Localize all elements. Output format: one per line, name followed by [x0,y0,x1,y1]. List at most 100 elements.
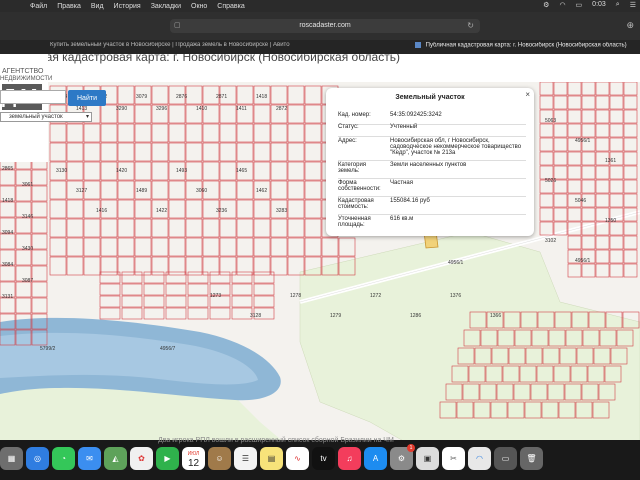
search-input[interactable] [0,90,66,104]
parcel-label: 3131 [2,294,13,300]
page-title: Публичная кадастровая карта: г. Новосиби… [0,54,400,64]
wifi-diagnostics-icon[interactable]: ◠ [468,447,491,470]
music-icon[interactable]: ♫ [338,447,361,470]
parcel-label: 5026 [545,178,556,184]
tab-strip: Купить земельный участок в Новосибирске … [0,40,640,54]
row-key: Уточненная площадь: [338,216,371,228]
chevron-down-icon: ▾ [85,114,89,120]
parcel-label: 3079 [136,94,147,100]
parcel-label: 3102 [545,238,556,244]
row-key: Форма собственности: [338,180,381,192]
tab-avito-label: Купить земельный участок в Новосибирске … [50,42,290,48]
downloads-icon[interactable]: ⊕ [626,20,634,31]
river-label: 4956/1 [448,260,464,266]
menu-bookmarks[interactable]: Закладки [151,3,181,10]
parcel-label: 3430 [22,246,33,252]
url-text: roscadaster.com [299,22,351,29]
search-button[interactable]: Найти [68,90,106,106]
menu-help[interactable]: Справка [217,3,244,10]
preview-icon[interactable]: ▣ [416,447,439,470]
calendar-icon[interactable]: ИЮЛ 12 [182,447,205,470]
facetime-icon[interactable]: ▶ [156,447,179,470]
notification-badge: 1 [407,444,415,452]
parcel-label: 1376 [450,293,461,299]
row-land-category: Категория земель: Земли населенных пункт… [338,162,526,179]
menu-view[interactable]: Вид [91,3,104,10]
popup-title: Земельный участок [395,94,465,101]
logo-text-1: АГЕНТСТВО [2,68,44,75]
parcel-label: 1420 [116,168,127,174]
parcel-label: 1272 [370,293,381,299]
menu-window[interactable]: Окно [191,3,207,10]
reminders-icon[interactable]: ☰ [234,447,257,470]
row-value: Частная [390,180,413,186]
parcel-label: 1410 [196,106,207,112]
freeform-icon[interactable]: ∿ [286,447,309,470]
app-store-icon[interactable]: A [364,447,387,470]
parcel-label: 1462 [256,188,267,194]
wifi-icon[interactable]: ◠ [559,1,565,9]
row-value: 155084.16 руб [390,198,430,204]
parcel-info-popup: Земельный участок × Кад. номер: 54:35:09… [326,88,534,236]
parcel-label: 3296 [156,106,167,112]
parcel-label: 2871 [216,94,227,100]
parcel-label: 1273 [210,293,221,299]
row-area: Уточненная площадь: 616 кв.м [338,216,526,230]
parcel-label: 3236 [216,208,227,214]
close-icon[interactable]: × [525,90,530,99]
utility-icon[interactable]: ✂ [442,447,465,470]
parcel-label: 1350 [605,218,616,224]
system-settings-icon[interactable]: ⚙ 1 [390,444,415,470]
layer-select[interactable]: земельный участок ▾ [0,112,92,122]
mail-icon[interactable]: ✉ [78,447,101,470]
menu-history[interactable]: История [114,3,141,10]
address-bar[interactable]: ▢ roscadaster.com ↻ [170,19,480,33]
photos-icon[interactable]: ✿ [130,447,153,470]
folder-icon[interactable]: ▭ [494,447,517,470]
cadastral-map[interactable]: 2874141314123290307932962876141028711411… [0,82,640,440]
trash-icon[interactable]: 🗑 [520,447,543,470]
row-value[interactable]: 54:35:092425:3242 [390,112,526,118]
tab-avito[interactable]: Купить земельный участок в Новосибирске … [50,42,340,48]
parcel-label: 3061 [22,182,33,188]
menu-bar: Файл Правка Вид История Закладки Окно Сп… [0,0,640,12]
maps-icon[interactable]: ◭ [104,447,127,470]
parcel-label: 1286 [410,313,421,319]
parcel-label: 1278 [290,293,301,299]
parcel-label: 1411 [236,106,247,112]
parcel-label: 3094 [2,230,13,236]
menu-list-icon[interactable]: ☰ [630,1,636,9]
row-status: Статус: Учтенный [338,124,526,137]
parcel-label: 4956/1 [575,138,591,144]
row-key: Категория земель: [338,162,367,174]
battery-icon[interactable]: ▭ [576,1,583,9]
web-page: Публичная кадастровая карта: г. Новосиби… [0,54,640,440]
parcel-label: 1422 [156,208,167,214]
messages-icon[interactable]: ◔ [52,447,75,470]
contacts-icon[interactable]: ☺ [208,447,231,470]
parcel-label: 3146 [22,214,33,220]
row-key: Кадастровая стоимость: [338,198,374,210]
news-ticker[interactable]: Два игрока РПЛ вошли в расширенный списо… [158,437,394,444]
river-label: 5799/2 [40,346,56,352]
safari-icon[interactable]: ◎ [26,447,49,470]
gear-icon[interactable]: ⚙ [543,1,549,9]
parcel-label: 1418 [2,198,13,204]
search-icon[interactable]: ⌕ [616,1,620,9]
tv-icon[interactable]: tv [312,447,335,470]
row-value: Учтенный [390,124,418,130]
row-ownership: Форма собственности: Частная [338,180,526,197]
parcel-label: 3128 [250,313,261,319]
tab-cadastre[interactable]: Публичная кадастровая карта: г. Новосиби… [415,42,640,49]
parcel-label: 2865 [2,166,13,172]
clock-time[interactable]: 0:03 [592,1,606,9]
parcel-label: 1416 [96,208,107,214]
launchpad-icon[interactable]: ▦ [0,447,23,470]
menu-edit[interactable]: Правка [57,3,81,10]
menu-file[interactable]: Файл [30,3,47,10]
parcel-label: 3130 [56,168,67,174]
notes-icon[interactable]: ▤ [260,447,283,470]
parcel-label: 3127 [76,188,87,194]
reload-icon[interactable]: ↻ [467,19,474,33]
parcel-label: 3060 [196,188,207,194]
